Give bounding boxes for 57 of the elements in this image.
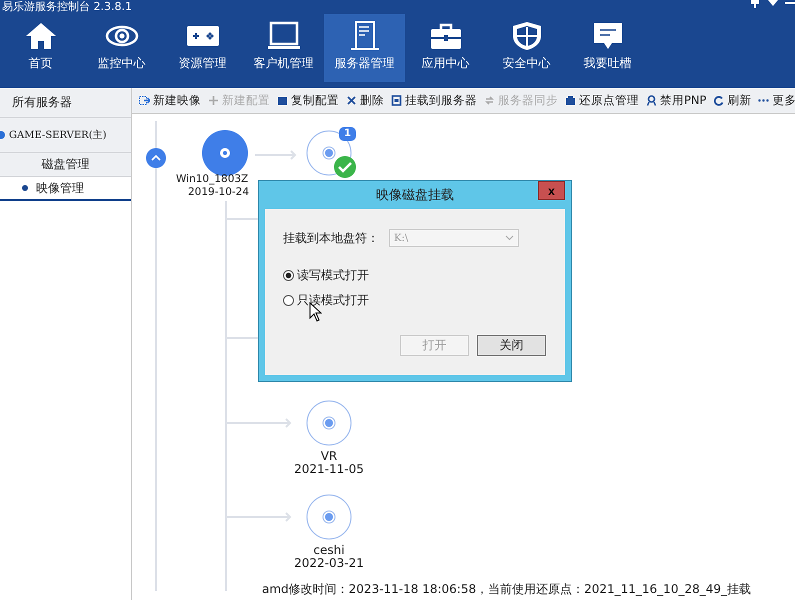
arrow-icon: [226, 418, 292, 428]
sidebar-header[interactable]: 所有服务器: [0, 88, 131, 118]
status-text: amd修改时间：2023-11-18 18:06:58，当前使用还原点：2021_11_16_10_28_49_挂载: [262, 581, 751, 598]
dialog-title: 映像磁盘挂载: [376, 187, 454, 204]
radio-button[interactable]: [283, 295, 294, 306]
disc-icon[interactable]: [306, 494, 352, 540]
toolbar-button[interactable]: 复制配置: [274, 93, 342, 108]
bullet-icon: [22, 185, 28, 191]
image-date: 2021-11-05: [293, 463, 365, 476]
square-icon: [277, 95, 288, 106]
sidebar-group[interactable]: 磁盘管理: [0, 153, 131, 177]
toolbar-button[interactable]: 更多: [755, 93, 795, 108]
disc-icon[interactable]: [306, 130, 352, 176]
disc-icon[interactable]: [306, 400, 352, 446]
count-badge: 1: [339, 127, 356, 141]
image-name: Win10_1803Z: [176, 173, 248, 186]
server-item[interactable]: GAME-SERVER(主): [0, 118, 131, 153]
caret-icon: [505, 235, 514, 241]
delete-icon: [346, 95, 357, 106]
nav-tab[interactable]: 客户机管理: [243, 14, 324, 82]
window-title: 易乐游服务控制台 2.3.8.1: [2, 0, 132, 13]
collapse-button[interactable]: [146, 148, 166, 168]
nav-tab[interactable]: 首页: [0, 14, 81, 82]
toolbar-button[interactable]: 新建映像: [136, 93, 204, 108]
nav-tab[interactable]: 资源管理: [162, 14, 243, 82]
toolbar-button[interactable]: 禁用PNP: [643, 93, 710, 108]
toolbar-button[interactable]: 刷新: [710, 93, 754, 108]
nav-tab[interactable]: 服务器管理: [324, 14, 405, 82]
dialog-button[interactable]: 关闭: [477, 335, 546, 356]
monitor-icon: [266, 21, 302, 51]
arrow-icon: [255, 150, 297, 160]
mount-icon: [391, 95, 402, 106]
disc-icon[interactable]: [202, 130, 248, 176]
image-date: 2019-10-24: [188, 186, 250, 199]
radio-button[interactable]: [283, 270, 294, 281]
nav-tab[interactable]: 安全中心: [486, 14, 567, 82]
chevron-icon: [151, 155, 161, 161]
image-date: 2022-03-21: [293, 557, 365, 570]
toolbar-button[interactable]: 挂载到服务器: [388, 93, 480, 108]
new-image-icon: [139, 95, 150, 106]
field-label: 挂载到本地盘符：: [283, 230, 379, 246]
image-name: ceshi: [312, 544, 346, 557]
close-button[interactable]: x: [538, 181, 565, 200]
dropdown-icon[interactable]: [767, 0, 779, 8]
nav-tab[interactable]: 监控中心: [81, 14, 162, 82]
plus-icon: [208, 95, 219, 106]
sync-icon: [484, 95, 495, 106]
option-label: 只读模式打开: [297, 292, 369, 309]
toolbar-button[interactable]: 还原点管理: [562, 93, 642, 108]
folder-icon: [565, 95, 576, 106]
image-name: VR: [320, 450, 338, 463]
arrow-icon: [226, 512, 292, 522]
option-label: 读写模式打开: [297, 267, 369, 284]
nav-tab[interactable]: 我要吐槽: [567, 14, 648, 82]
toolbar-button[interactable]: 删除: [343, 93, 387, 108]
refresh-icon: [713, 95, 724, 106]
nav-tab[interactable]: 应用中心: [405, 14, 486, 82]
